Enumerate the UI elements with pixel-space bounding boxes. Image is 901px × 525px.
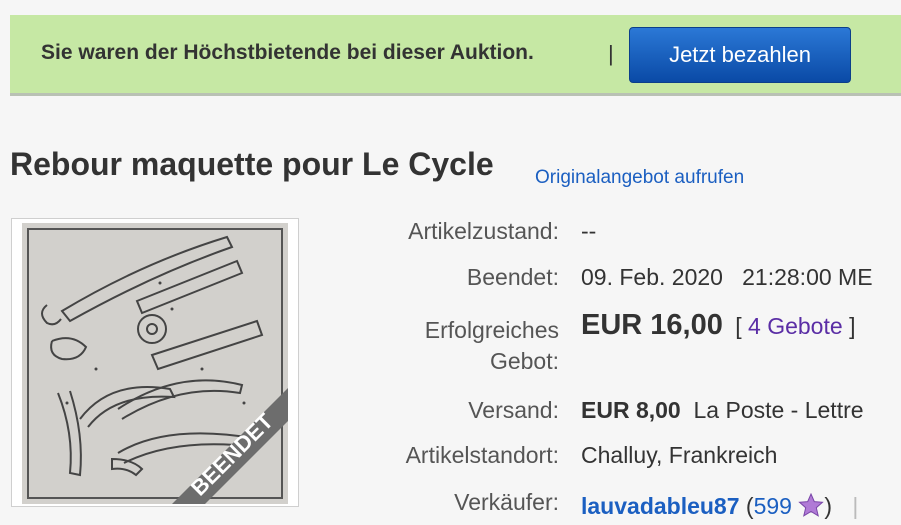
ended-label: Beendet: [466,264,559,290]
tools-sketch-image: BEENDET [22,223,288,504]
feedback-open-paren: ( [745,493,754,519]
view-original-listing-link[interactable]: Originalangebot aufrufen [535,167,744,189]
winning-bid-label: Erfolgreiches Gebot: [425,315,559,377]
winning-bid-label-line2: Gebot: [489,348,559,374]
shipping-method: La Poste - Lettre [693,397,864,423]
condition-value: -- [581,218,597,244]
ended-time: 21:28:00 ME [742,264,873,290]
page-title: Rebour maquette pour Le Cycle [10,146,494,182]
feedback-score-link[interactable]: 599 [754,493,792,519]
item-image[interactable]: BEENDET [22,223,288,504]
seller-label: Verkäufer: [454,489,559,515]
bids-open-bracket: [ [735,313,742,339]
location-label: Artikelstandort: [405,442,559,468]
ended-value: 09. Feb. 2020 21:28:00 ME [581,264,873,291]
bid-history-link[interactable]: 4 Gebote [748,313,843,339]
bids-close-bracket: ] [849,313,856,339]
shipping-label: Versand: [468,397,559,423]
ended-date: 09. Feb. 2020 [581,264,723,290]
seller-separator: | [852,493,859,519]
banner-separator: | [608,41,614,66]
feedback-close-paren: ) [824,493,833,519]
seller-name-link[interactable]: lauvadableu87 [581,493,740,519]
item-image-frame[interactable]: BEENDET [11,218,299,507]
purple-star-icon [798,492,825,523]
location-value: Challuy, Frankreich [581,442,778,468]
condition-label: Artikelzustand: [408,218,559,244]
winning-price: EUR 16,00 [581,309,723,341]
winner-message: Sie waren der Höchstbietende bei dieser … [41,41,534,64]
winning-bid-value: EUR 16,00 [ 4 Gebote ] [581,309,855,342]
winning-bid-label-line1: Erfolgreiches [424,317,559,343]
pay-now-button[interactable]: Jetzt bezahlen [629,27,851,83]
success-banner: Sie waren der Höchstbietende bei dieser … [10,15,901,96]
seller-value: lauvadableu87 (599 ) | [581,492,859,523]
shipping-amount: EUR 8,00 [581,397,681,423]
shipping-value: EUR 8,00 La Poste - Lettre [581,397,864,424]
